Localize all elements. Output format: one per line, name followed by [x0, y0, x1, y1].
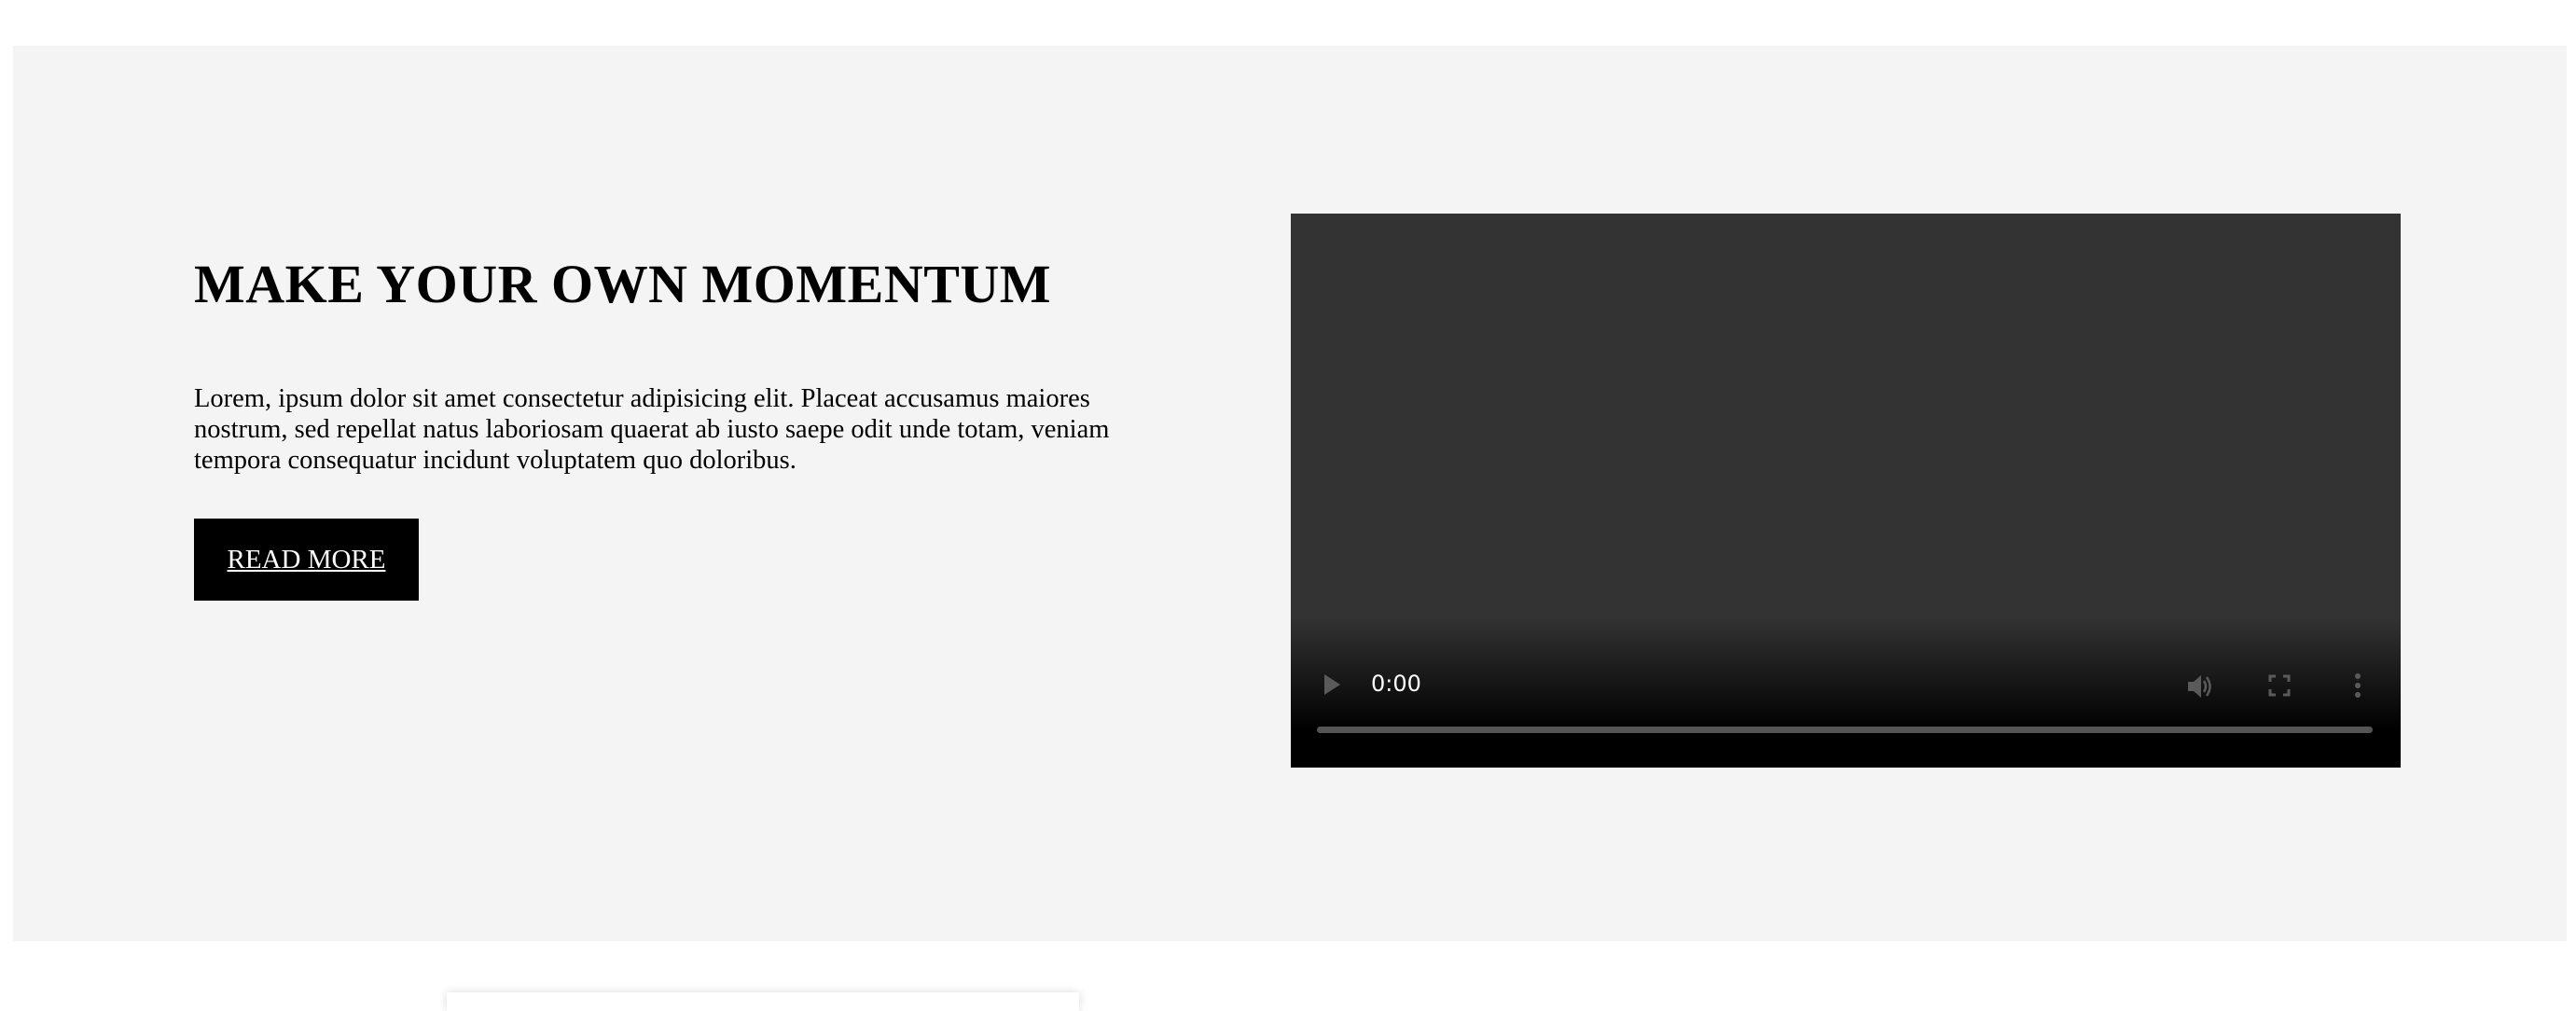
hero-description: Lorem, ipsum dolor sit amet consectetur …: [194, 384, 1110, 475]
play-icon[interactable]: [1324, 674, 1340, 695]
more-options-icon[interactable]: [2354, 672, 2361, 703]
video-player[interactable]: 0:00: [1291, 214, 2401, 768]
video-time: 0:00: [1371, 671, 1421, 697]
volume-icon[interactable]: [2186, 672, 2212, 705]
read-more-button[interactable]: READ MORE: [194, 519, 419, 601]
hero-title: MAKE YOUR OWN MOMENTUM: [194, 254, 1052, 314]
card-partial: [447, 992, 1079, 1011]
controls-gradient: [1291, 618, 2401, 768]
progress-bar[interactable]: [1317, 727, 2373, 733]
fullscreen-icon[interactable]: [2268, 674, 2291, 701]
